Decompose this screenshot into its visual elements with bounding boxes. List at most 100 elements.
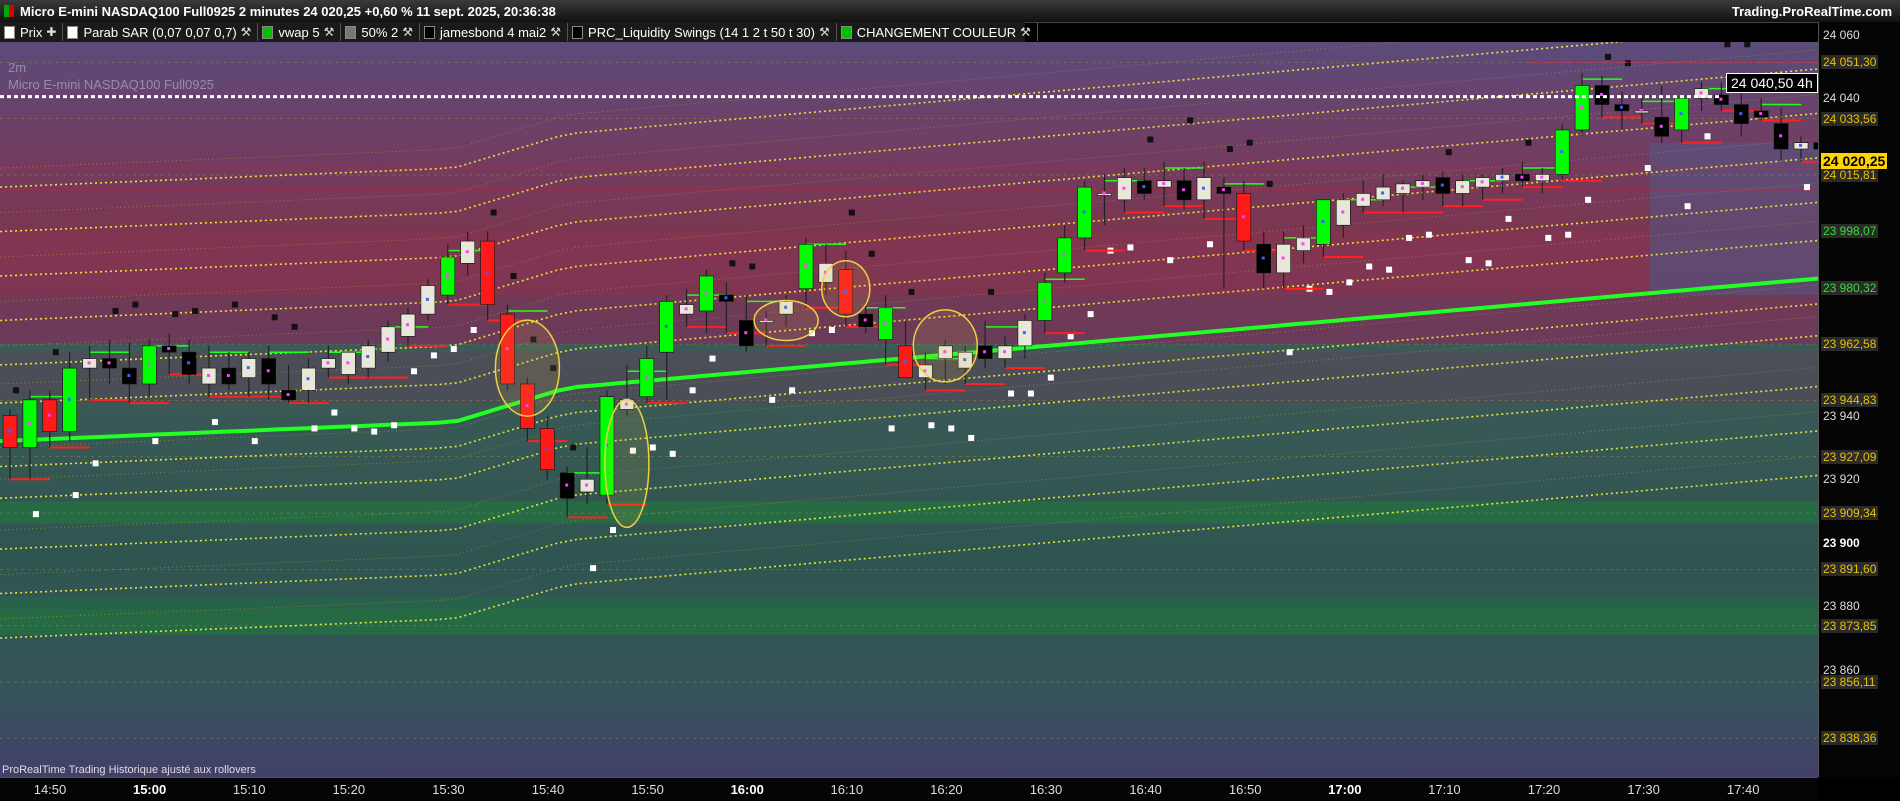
indicator-4[interactable]: jamesbond 4 mai2 ⚒	[420, 23, 569, 41]
signal-ellipse	[821, 259, 871, 318]
sar-dot	[868, 250, 875, 257]
candle-marker	[724, 296, 728, 300]
y-tick-label: 23 920	[1823, 472, 1860, 487]
x-tick-label: 15:00	[132, 782, 167, 797]
current-price-label: 24 020,25	[1821, 152, 1888, 169]
sar-dot	[1008, 390, 1014, 397]
indicator-3[interactable]: 50% 2 ⚒	[341, 23, 421, 41]
indicator-color-swatch	[424, 25, 436, 39]
candle-marker	[704, 291, 708, 295]
candle-marker	[1799, 143, 1802, 147]
indicator-1[interactable]: Parab SAR (0,07 0,07 0,7) ⚒	[63, 23, 259, 41]
indicator-color-swatch	[572, 25, 584, 39]
indicator-2[interactable]: vwap 5 ⚒	[258, 23, 342, 41]
candle-marker	[1042, 299, 1046, 303]
indicator-color-swatch	[4, 25, 15, 39]
price-chart[interactable]	[0, 0, 1900, 777]
wrench-icon[interactable]: ⚒	[324, 25, 335, 39]
price-level-label: 23 998,07	[1821, 224, 1879, 239]
candle-marker	[326, 361, 330, 365]
time-axis[interactable]: 14:50 15:00 15:10 15:20 15:30 15:40 15:50 16:00…	[0, 777, 1818, 801]
candle-marker	[485, 270, 489, 274]
sar-dot	[351, 425, 358, 432]
candle-marker	[1142, 185, 1146, 189]
sar-dot	[1067, 333, 1074, 340]
sar-dot	[1445, 149, 1452, 156]
indicator-5[interactable]: PRC_Liquidity Swings (14 1 2 t 50 t 30) ⚒	[568, 23, 837, 41]
sar-dot	[1406, 234, 1412, 241]
sar-dot	[52, 349, 59, 356]
timeframe-watermark: 2m	[8, 60, 27, 75]
indicator-6[interactable]: CHANGEMENT COULEUR ⚒	[837, 23, 1038, 41]
wrench-icon[interactable]: ⚒	[402, 25, 413, 39]
candle-marker	[1759, 112, 1763, 116]
x-tick-label: 15:20	[332, 782, 366, 797]
signal-ellipse	[753, 299, 819, 342]
lower-zone	[0, 343, 1818, 777]
candle-marker	[983, 350, 987, 354]
wrench-icon[interactable]: ⚒	[550, 25, 561, 39]
wrench-icon[interactable]: ⚒	[819, 25, 830, 39]
sar-dot	[32, 511, 39, 518]
sar-dot	[649, 444, 656, 451]
candle-marker	[545, 447, 549, 451]
highlighted-level-label: 24 040,50 4h	[1726, 73, 1818, 93]
candle-marker	[1241, 215, 1245, 219]
sar-dot	[1804, 184, 1810, 191]
candle-marker	[1639, 108, 1643, 112]
sar-dot	[1386, 266, 1393, 273]
chart-title: Micro E-mini NASDAQ100 Full0925 2 minute…	[20, 4, 556, 19]
sar-dot	[411, 368, 417, 375]
candle-marker	[1480, 180, 1484, 184]
sar-dot	[610, 527, 616, 534]
sar-dot	[908, 288, 915, 295]
candle-marker	[226, 374, 230, 378]
sar-dot	[709, 355, 716, 362]
candle-marker	[1619, 105, 1623, 109]
sar-dot	[391, 422, 398, 429]
indicator-color-swatch	[67, 25, 79, 39]
indicator-label: vwap 5	[278, 24, 320, 40]
candle-marker	[744, 331, 748, 335]
candle-marker	[1540, 175, 1544, 179]
candle-marker	[366, 354, 370, 358]
chart-canvas	[0, 0, 1900, 777]
sar-dot	[749, 263, 756, 270]
candle-marker	[266, 369, 270, 373]
indicator-label: 50% 2	[361, 24, 399, 40]
price-axis[interactable]: 24 060 24 040 23 940 23 920 23 900 23 880 23 8…	[1818, 22, 1900, 777]
wrench-icon[interactable]: ⚒	[241, 25, 252, 39]
wrench-icon[interactable]: ⚒	[1020, 25, 1031, 39]
candle-marker	[386, 337, 390, 341]
price-level-label: 23 980,32	[1821, 280, 1879, 295]
candle-marker	[346, 361, 350, 365]
sar-dot	[769, 396, 776, 403]
sar-dot	[669, 450, 676, 457]
sar-dot	[789, 387, 796, 394]
candle-marker	[1321, 220, 1325, 224]
indicator-0[interactable]: Prix ✚	[0, 23, 64, 41]
sar-dot	[1425, 231, 1432, 238]
candle-marker	[107, 361, 111, 365]
sar-dot	[1047, 374, 1054, 381]
sar-dot	[112, 307, 119, 314]
candle-marker	[1341, 210, 1345, 214]
sar-dot	[689, 387, 696, 394]
plus-icon[interactable]: ✚	[46, 25, 56, 39]
indicator-color-swatch	[345, 25, 357, 39]
footer-note: ProRealTime Trading Historique ajusté au…	[2, 764, 256, 776]
candle-marker	[1162, 181, 1166, 185]
price-level-label: 23 838,36	[1821, 731, 1879, 746]
sar-dot	[371, 428, 378, 435]
brand-label[interactable]: Trading.ProRealTime.com	[1732, 4, 1892, 19]
sar-dot	[1724, 41, 1731, 48]
price-level-label: 23 927,09	[1821, 449, 1879, 464]
candle-marker	[565, 483, 569, 487]
sar-dot	[1624, 60, 1631, 67]
sar-dot	[948, 425, 955, 432]
candle-marker	[1460, 185, 1464, 189]
indicator-label: PRC_Liquidity Swings (14 1 2 t 50 t 30)	[588, 24, 815, 40]
candle-marker	[1182, 188, 1186, 192]
sar-dot	[1147, 136, 1154, 143]
candle-marker	[47, 413, 51, 417]
